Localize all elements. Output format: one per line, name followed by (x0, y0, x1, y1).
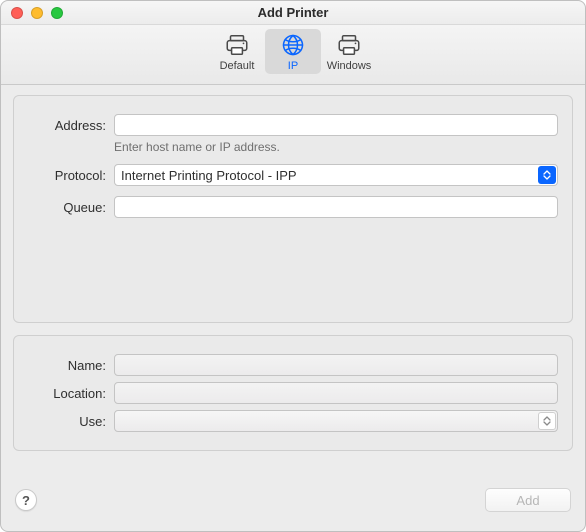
add-printer-window: Add Printer Default (0, 0, 586, 532)
address-hint: Enter host name or IP address. (114, 140, 558, 154)
address-input[interactable] (114, 114, 558, 136)
location-input[interactable] (114, 382, 558, 404)
name-input[interactable] (114, 354, 558, 376)
updown-icon (538, 412, 556, 430)
titlebar: Add Printer (1, 1, 585, 25)
toolbar-ip[interactable]: IP (265, 29, 321, 74)
queue-input[interactable] (114, 196, 558, 218)
window-title: Add Printer (1, 5, 585, 20)
queue-label: Queue: (28, 200, 114, 215)
updown-icon (538, 166, 556, 184)
close-icon[interactable] (11, 7, 23, 19)
protocol-select[interactable]: Internet Printing Protocol - IPP (114, 164, 558, 186)
protocol-value: Internet Printing Protocol - IPP (121, 168, 297, 183)
add-button-label: Add (516, 493, 539, 508)
footer: ? Add (1, 479, 585, 531)
toolbar-default[interactable]: Default (209, 29, 265, 74)
globe-icon (278, 32, 308, 58)
name-label: Name: (28, 358, 114, 373)
printer-icon (334, 32, 364, 58)
printer-icon (222, 32, 252, 58)
zoom-icon[interactable] (51, 7, 63, 19)
toolbar-windows-label: Windows (327, 60, 372, 72)
content: Address: Enter host name or IP address. … (1, 85, 585, 479)
use-select[interactable] (114, 410, 558, 432)
help-button[interactable]: ? (15, 489, 37, 511)
address-label: Address: (28, 118, 114, 133)
location-label: Location: (28, 386, 114, 401)
toolbar-ip-label: IP (288, 60, 298, 72)
toolbar-default-label: Default (220, 60, 255, 72)
printer-info-panel: Name: Location: Use: (13, 335, 573, 451)
connection-panel: Address: Enter host name or IP address. … (13, 95, 573, 323)
add-button[interactable]: Add (485, 488, 571, 512)
minimize-icon[interactable] (31, 7, 43, 19)
toolbar-windows[interactable]: Windows (321, 29, 377, 74)
use-label: Use: (28, 414, 114, 429)
toolbar: Default IP (1, 25, 585, 85)
window-controls (1, 7, 63, 19)
help-icon: ? (22, 493, 30, 508)
protocol-label: Protocol: (28, 168, 114, 183)
